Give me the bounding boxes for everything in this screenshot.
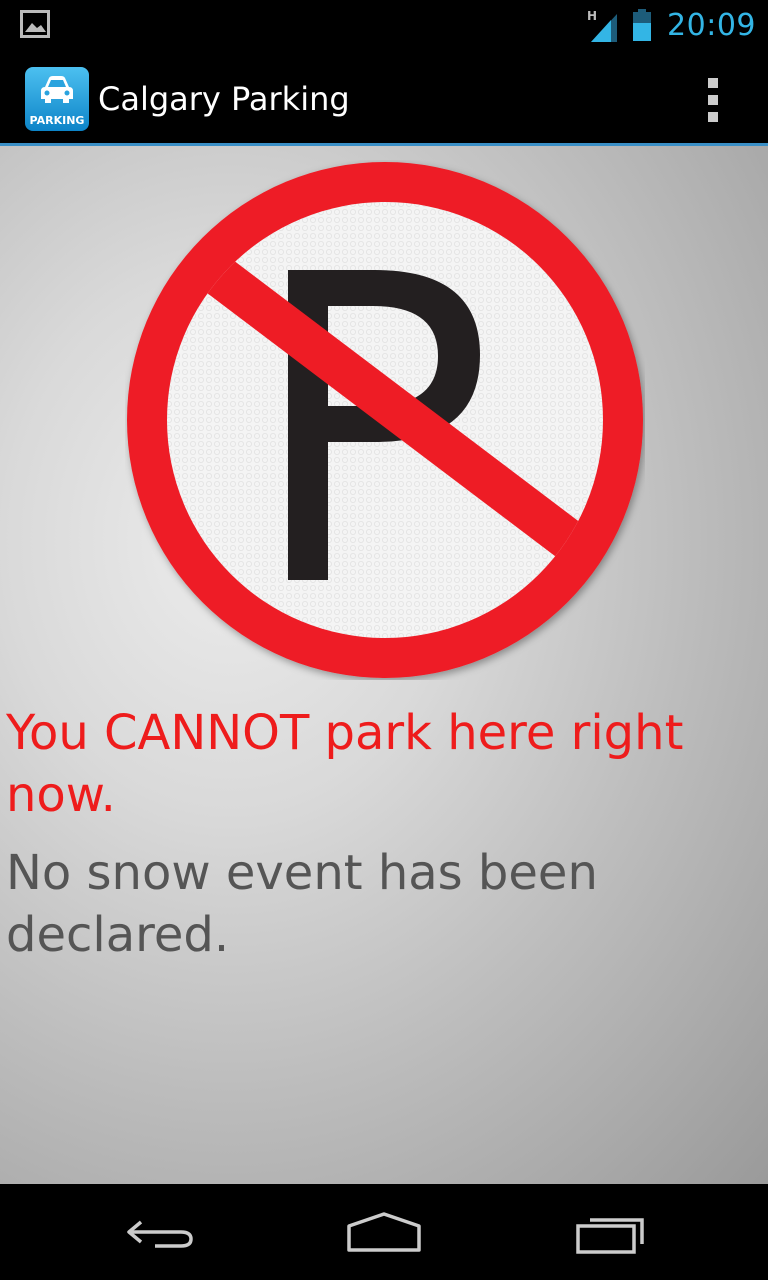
screen: H 20:09 PARKING Calgary Parking You CANN… [0, 0, 768, 1280]
status-indicators: H 20:09 [587, 4, 756, 46]
app-icon[interactable]: PARKING [25, 67, 89, 131]
app-title: Calgary Parking [98, 80, 350, 118]
back-icon[interactable] [115, 1208, 205, 1258]
battery-icon [633, 9, 652, 41]
car-icon [41, 76, 73, 103]
network-type-label: H [587, 9, 597, 23]
overflow-menu-icon[interactable] [698, 78, 728, 122]
app-icon-label: PARKING [29, 114, 85, 127]
main-content: You CANNOT park here right now. No snow … [0, 146, 768, 1184]
gallery-notification-icon [20, 10, 50, 38]
signal-icon: H [587, 9, 618, 42]
status-bar: H 20:09 [0, 0, 768, 50]
recents-icon[interactable] [566, 1208, 656, 1258]
no-parking-sign-icon [127, 162, 643, 678]
home-icon[interactable] [339, 1208, 429, 1258]
navigation-bar [0, 1184, 768, 1280]
status-time: 20:09 [667, 7, 756, 43]
snow-event-message: No snow event has been declared. [6, 845, 598, 963]
parking-status-message: You CANNOT park here right now. [6, 705, 684, 823]
action-bar: PARKING Calgary Parking [0, 50, 768, 146]
